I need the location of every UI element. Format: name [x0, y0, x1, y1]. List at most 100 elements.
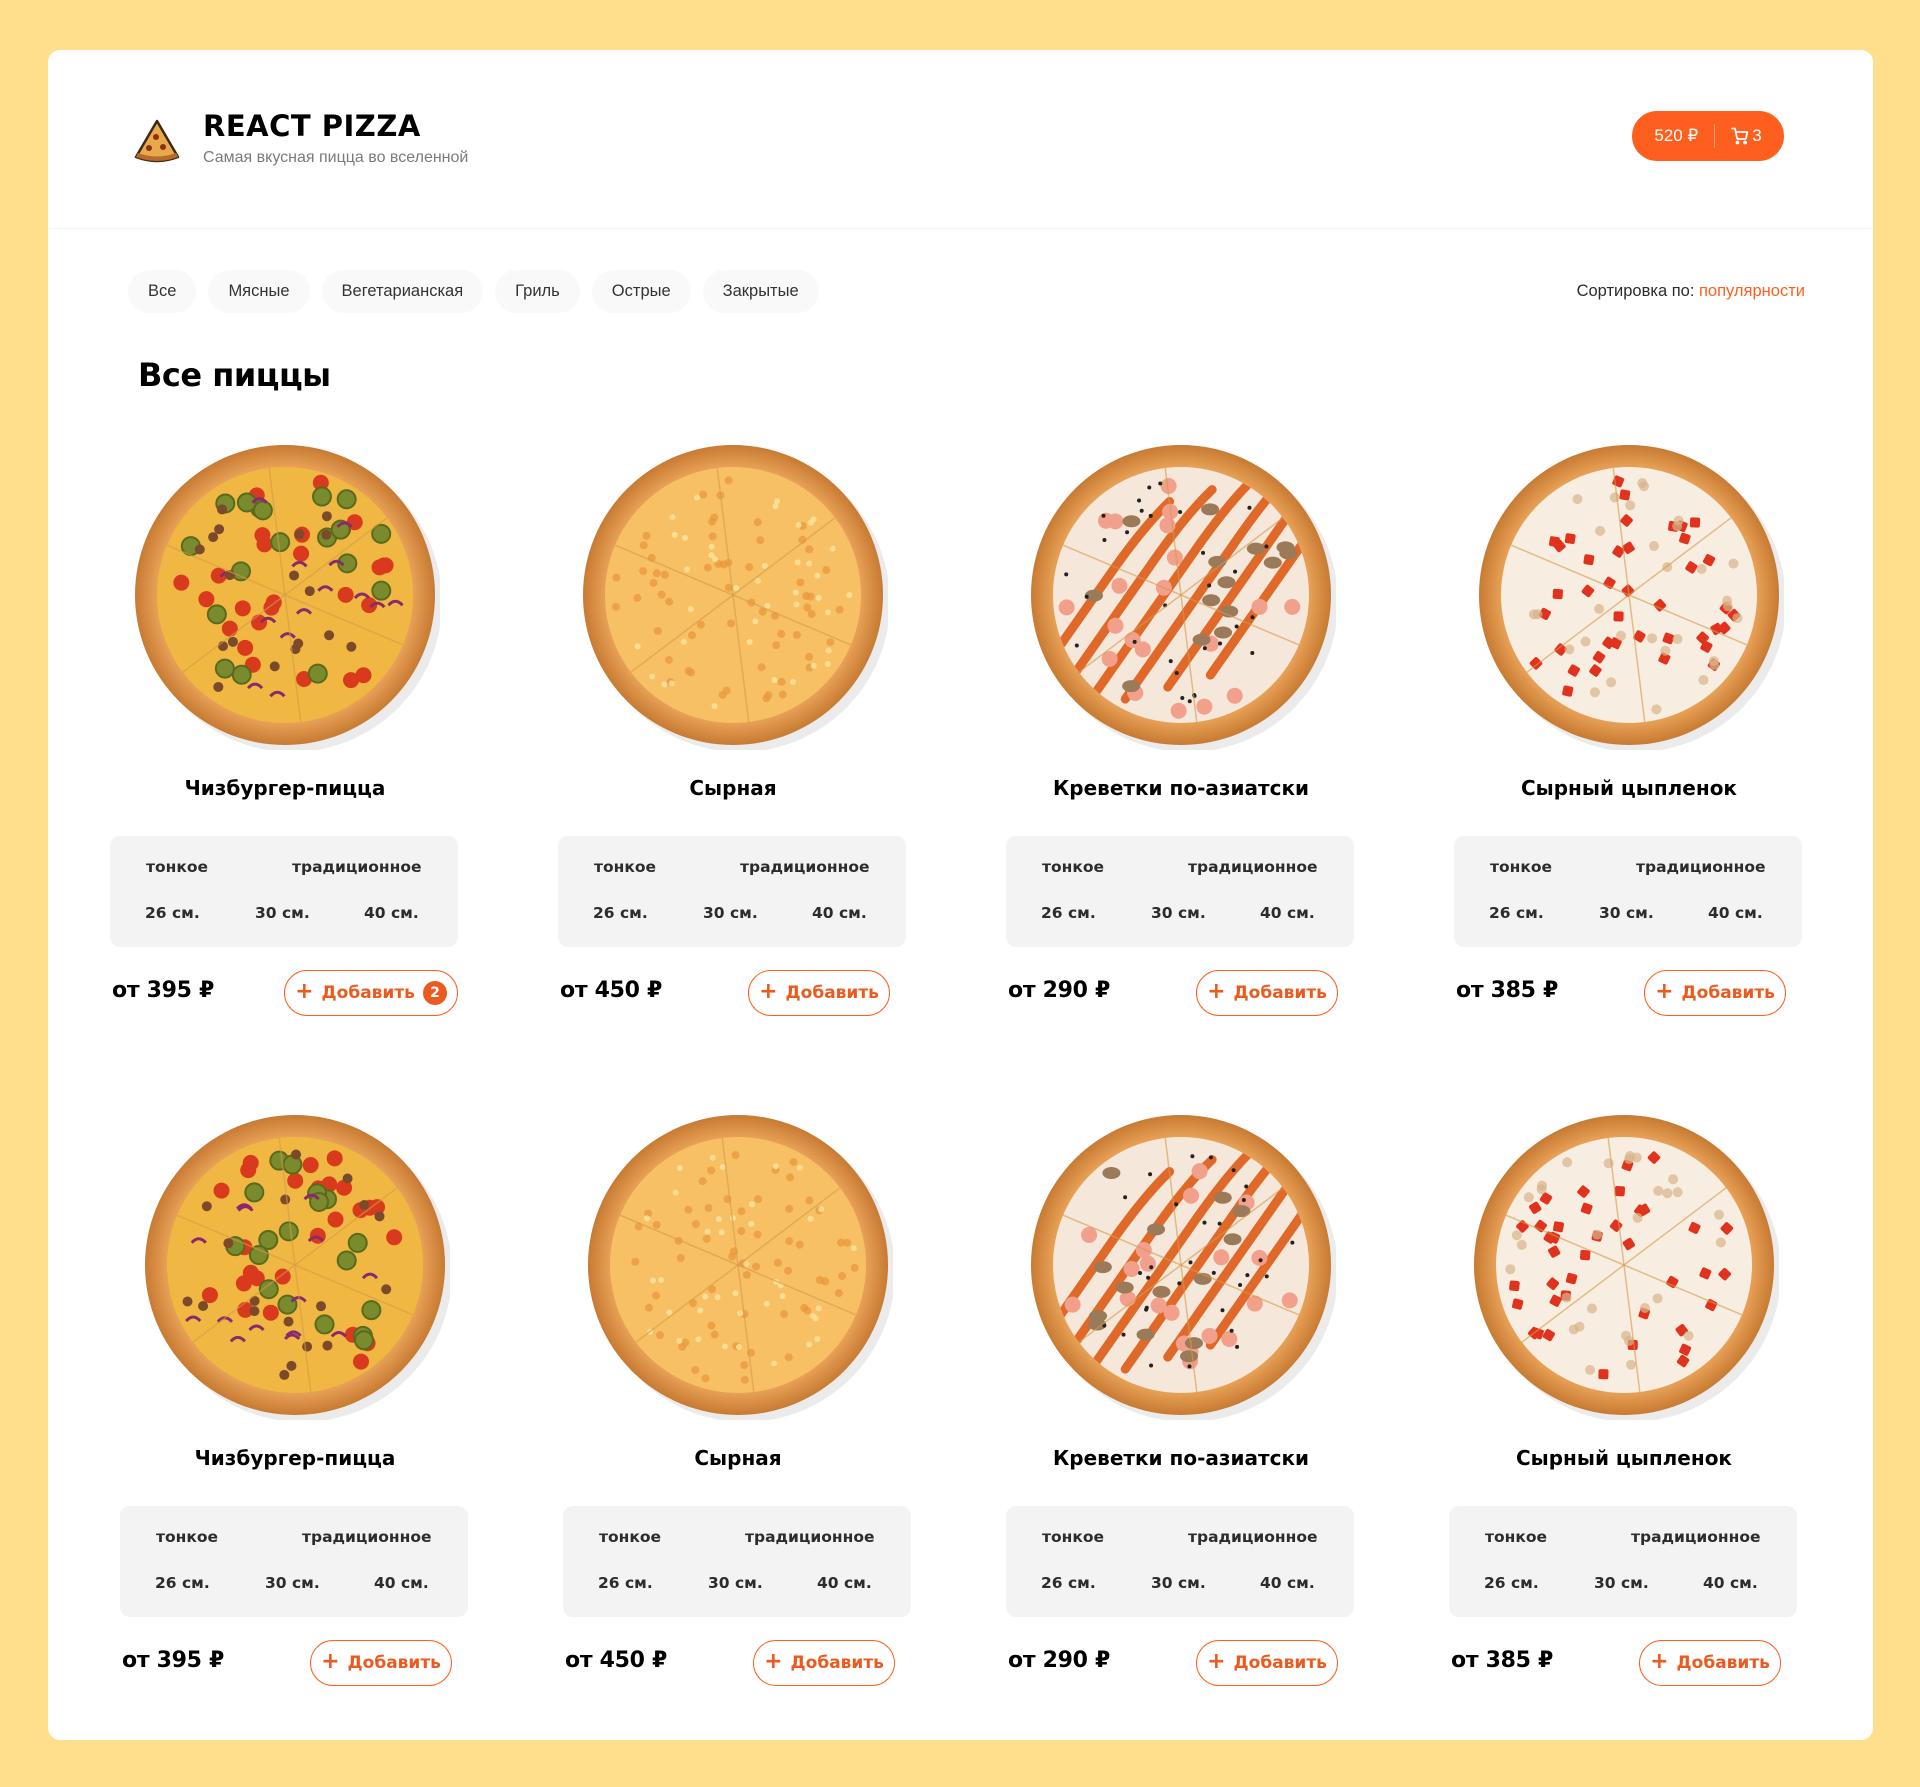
dough-option-thin[interactable]: тонкое [1042, 858, 1104, 876]
size-option-26[interactable]: 26 см. [1041, 1574, 1096, 1592]
cart-icon [1731, 127, 1749, 145]
cart-total: 520 ₽ [1654, 126, 1699, 145]
size-option-40[interactable]: 40 см. [374, 1574, 429, 1592]
dough-option-traditional[interactable]: традиционное [302, 1528, 432, 1546]
add-button[interactable]: + Добавить [753, 1640, 895, 1686]
pizza-price: от 450 ₽ [560, 978, 663, 1003]
plus-icon: + [1207, 1648, 1226, 1674]
size-option-26[interactable]: 26 см. [593, 904, 648, 922]
size-option-40[interactable]: 40 см. [1260, 904, 1315, 922]
size-option-40[interactable]: 40 см. [1260, 1574, 1315, 1592]
size-option-26[interactable]: 26 см. [1489, 904, 1544, 922]
add-button-label: Добавить [1233, 1653, 1327, 1673]
size-option-26[interactable]: 26 см. [145, 904, 200, 922]
pizza-selector: тонкое традиционное 26 см. 30 см. 40 см. [1006, 1506, 1354, 1617]
sort-value[interactable]: популярности [1699, 282, 1805, 301]
size-option-30[interactable]: 30 см. [265, 1574, 320, 1592]
add-button[interactable]: + Добавить 2 [284, 970, 458, 1016]
size-option-26[interactable]: 26 см. [598, 1574, 653, 1592]
pizza-image [1469, 1110, 1781, 1422]
logo[interactable]: REACT PIZZA Самая вкусная пицца во вселе… [132, 112, 468, 167]
page-title: Все пиццы [138, 356, 331, 394]
add-button[interactable]: + Добавить [748, 970, 890, 1016]
pizza-image [1026, 440, 1338, 752]
size-option-30[interactable]: 30 см. [1599, 904, 1654, 922]
add-button[interactable]: + Добавить [310, 1640, 452, 1686]
dough-option-traditional[interactable]: традиционное [745, 1528, 875, 1546]
size-option-30[interactable]: 30 см. [255, 904, 310, 922]
pizza-logo-icon [134, 119, 180, 162]
pizza-image [130, 440, 442, 752]
sort-label: Сортировка по: [1576, 282, 1695, 300]
add-button[interactable]: + Добавить [1639, 1640, 1781, 1686]
size-option-30[interactable]: 30 см. [703, 904, 758, 922]
dough-option-thin[interactable]: тонкое [599, 1528, 661, 1546]
header: REACT PIZZA Самая вкусная пицца во вселе… [48, 50, 1873, 229]
pizza-image [140, 1110, 452, 1422]
pizza-title: Чизбургер-пицца [194, 1446, 396, 1470]
dough-option-thin[interactable]: тонкое [594, 858, 656, 876]
cart-count: 3 [1752, 126, 1762, 145]
size-option-30[interactable]: 30 см. [1594, 1574, 1649, 1592]
dough-option-traditional[interactable]: традиционное [1188, 1528, 1318, 1546]
pizza-price: от 450 ₽ [565, 1648, 668, 1673]
add-button-label: Добавить [321, 983, 415, 1003]
dough-option-thin[interactable]: тонкое [1042, 1528, 1104, 1546]
dough-option-traditional[interactable]: традиционное [1636, 858, 1766, 876]
dough-option-traditional[interactable]: традиционное [292, 858, 422, 876]
pizza-price: от 385 ₽ [1456, 978, 1559, 1003]
size-option-40[interactable]: 40 см. [1708, 904, 1763, 922]
category-item[interactable]: Мясные [208, 270, 310, 313]
category-item[interactable]: Закрытые [702, 270, 819, 313]
size-option-30[interactable]: 30 см. [1151, 1574, 1206, 1592]
dough-option-traditional[interactable]: традиционное [1188, 858, 1318, 876]
plus-icon: + [1207, 978, 1226, 1004]
dough-option-traditional[interactable]: традиционное [1631, 1528, 1761, 1546]
plus-icon: + [764, 1648, 783, 1674]
pizza-selector: тонкое традиционное 26 см. 30 см. 40 см. [563, 1506, 911, 1617]
add-button-label: Добавить [1233, 983, 1327, 1003]
pizza-selector: тонкое традиционное 26 см. 30 см. 40 см. [1454, 836, 1802, 947]
category-item[interactable]: Все [128, 270, 197, 313]
plus-icon: + [321, 1648, 340, 1674]
size-option-26[interactable]: 26 см. [1041, 904, 1096, 922]
pizza-selector: тонкое традиционное 26 см. 30 см. 40 см. [120, 1506, 468, 1617]
category-item[interactable]: Вегетарианская [321, 270, 484, 313]
add-button[interactable]: + Добавить [1196, 1640, 1338, 1686]
pizza-image [1474, 440, 1786, 752]
pizza-selector: тонкое традиционное 26 см. 30 см. 40 см. [1449, 1506, 1797, 1617]
dough-option-thin[interactable]: тонкое [1485, 1528, 1547, 1546]
size-option-26[interactable]: 26 см. [155, 1574, 210, 1592]
pizza-title: Креветки по-азиатски [1052, 1446, 1310, 1470]
pizza-title: Сырная [689, 776, 777, 800]
add-button-label: Добавить [1681, 983, 1775, 1003]
pizza-price: от 395 ₽ [122, 1648, 225, 1673]
pizza-price: от 395 ₽ [112, 978, 215, 1003]
add-button[interactable]: + Добавить [1644, 970, 1786, 1016]
pizza-selector: тонкое традиционное 26 см. 30 см. 40 см. [1006, 836, 1354, 947]
pizza-selector: тонкое традиционное 26 см. 30 см. 40 см. [110, 836, 458, 947]
categories: Все Мясные Вегетарианская Гриль Острые Закрыт… [128, 270, 831, 313]
dough-option-traditional[interactable]: традиционное [740, 858, 870, 876]
app-title: REACT PIZZA [203, 109, 421, 143]
dough-option-thin[interactable]: тонкое [146, 858, 208, 876]
size-option-40[interactable]: 40 см. [1703, 1574, 1758, 1592]
size-option-30[interactable]: 30 см. [1151, 904, 1206, 922]
category-item[interactable]: Гриль [495, 270, 580, 313]
size-option-40[interactable]: 40 см. [364, 904, 419, 922]
cart-divider [1714, 124, 1716, 148]
size-option-26[interactable]: 26 см. [1484, 1574, 1539, 1592]
pizza-image [583, 1110, 895, 1422]
pizza-title: Сырный цыпленок [1520, 776, 1738, 800]
add-button[interactable]: + Добавить [1196, 970, 1338, 1016]
pizza-image [1026, 1110, 1338, 1422]
dough-option-thin[interactable]: тонкое [1490, 858, 1552, 876]
size-option-40[interactable]: 40 см. [812, 904, 867, 922]
plus-icon: + [1650, 1648, 1669, 1674]
pizza-image [578, 440, 890, 752]
size-option-30[interactable]: 30 см. [708, 1574, 763, 1592]
size-option-40[interactable]: 40 см. [817, 1574, 872, 1592]
category-item[interactable]: Острые [591, 270, 691, 313]
dough-option-thin[interactable]: тонкое [156, 1528, 218, 1546]
cart-button[interactable]: 520 ₽ 3 [1632, 111, 1784, 161]
